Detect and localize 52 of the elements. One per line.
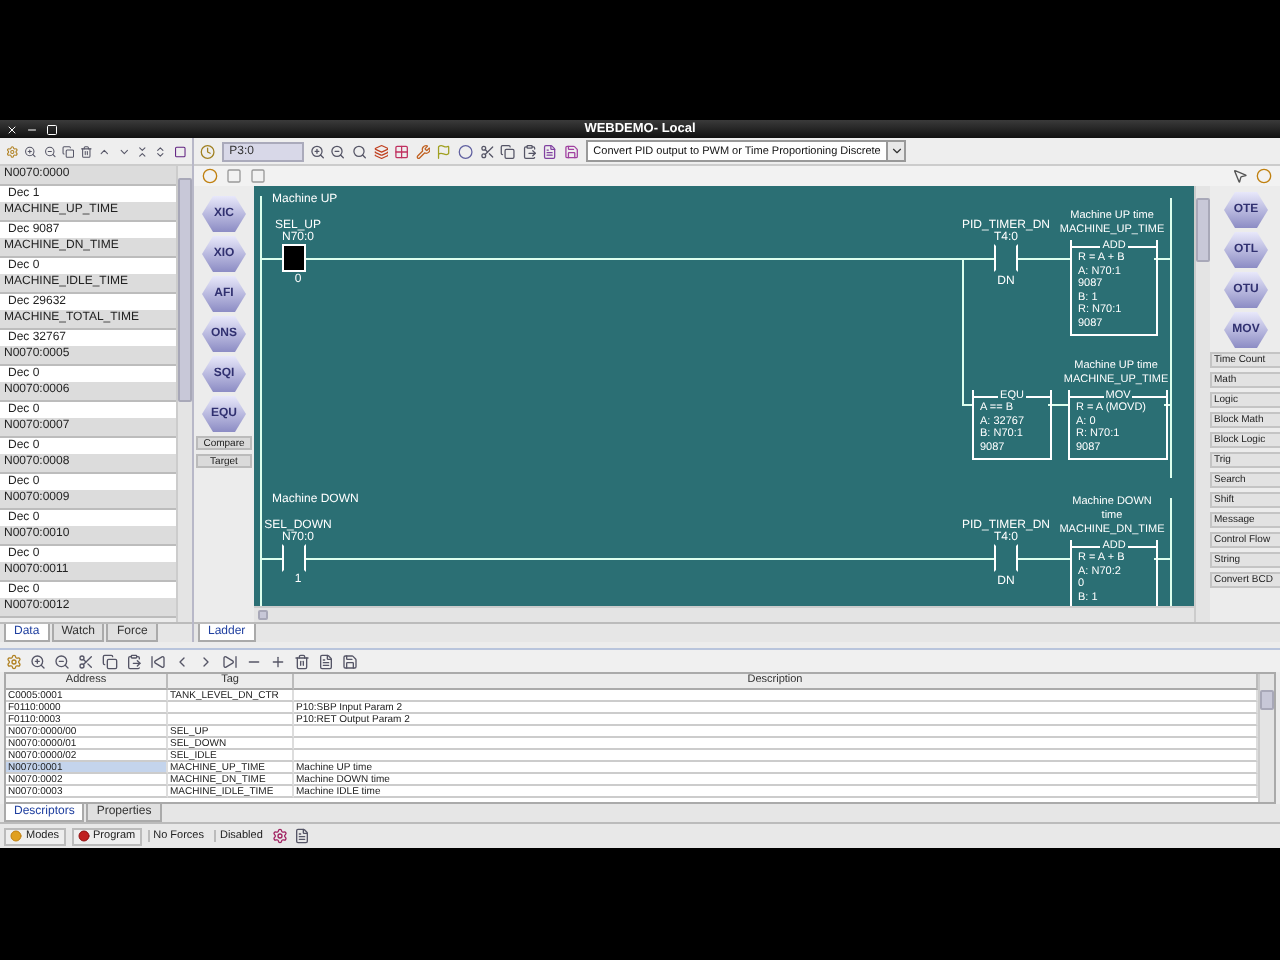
scrollbar[interactable]: [254, 606, 1194, 622]
zoom-in-icon[interactable]: [309, 143, 325, 159]
first-icon[interactable]: [150, 653, 166, 669]
save-icon[interactable]: [564, 143, 580, 159]
copy-icon[interactable]: [102, 653, 118, 669]
wrench-icon[interactable]: [415, 143, 431, 159]
cut-icon[interactable]: [78, 653, 94, 669]
expand-icon[interactable]: [154, 143, 168, 159]
document-icon[interactable]: [294, 828, 311, 844]
save-icon[interactable]: [342, 653, 358, 669]
previous-icon[interactable]: [174, 653, 190, 669]
zoom-out-icon[interactable]: [54, 653, 70, 669]
zoom-in-icon[interactable]: [24, 143, 38, 159]
gear-icon[interactable]: [272, 828, 289, 844]
circle-icon: [10, 830, 22, 842]
paste-icon[interactable]: [521, 143, 537, 159]
zoom-in-icon[interactable]: [30, 653, 46, 669]
settings-icon[interactable]: [6, 143, 19, 159]
circle-icon[interactable]: [202, 168, 218, 184]
document-icon[interactable]: [318, 653, 334, 669]
copy-icon[interactable]: [500, 143, 516, 159]
cut-icon[interactable]: [479, 143, 495, 159]
circle-icon[interactable]: [458, 143, 474, 159]
paste-icon[interactable]: [126, 653, 142, 669]
search-icon[interactable]: [351, 143, 368, 159]
plus-icon[interactable]: [270, 653, 286, 669]
zoom-out-icon[interactable]: [330, 143, 346, 159]
contact[interactable]: [282, 244, 306, 272]
minimize-icon[interactable]: [26, 123, 38, 135]
settings-icon[interactable]: [6, 653, 22, 669]
trash-icon[interactable]: [294, 653, 310, 669]
circle-icon: [77, 830, 90, 842]
layers-icon[interactable]: [373, 143, 389, 159]
caret-icon: [889, 144, 904, 158]
scrollbar[interactable]: [1258, 674, 1274, 802]
dropdown-button[interactable]: [886, 142, 905, 160]
last-icon[interactable]: [222, 653, 238, 669]
pointer-icon[interactable]: [1232, 168, 1248, 184]
document-icon[interactable]: [542, 143, 559, 159]
next-icon[interactable]: [198, 653, 214, 669]
grid-icon[interactable]: [394, 143, 410, 159]
scrollbar[interactable]: [1194, 186, 1210, 622]
zoom-out-icon[interactable]: [43, 143, 56, 159]
circle-icon[interactable]: [1256, 168, 1272, 184]
copy-icon[interactable]: [61, 143, 75, 159]
clock-icon[interactable]: [200, 143, 216, 159]
scrollbar[interactable]: [176, 166, 192, 622]
collapse-icon[interactable]: [136, 143, 149, 159]
close-icon[interactable]: [6, 123, 18, 135]
square-icon[interactable]: [173, 143, 186, 159]
maximize-icon[interactable]: [46, 123, 58, 135]
trash-icon[interactable]: [80, 143, 93, 159]
